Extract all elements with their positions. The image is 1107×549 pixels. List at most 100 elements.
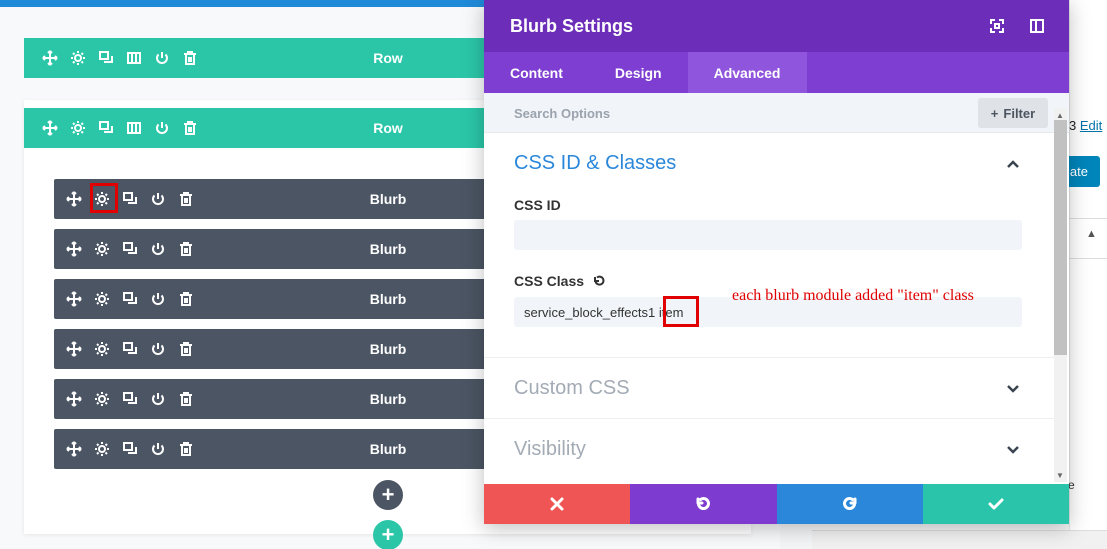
- section-title-custom-css[interactable]: Custom CSS: [514, 377, 630, 400]
- gear-highlight-box: [90, 183, 118, 213]
- power-icon[interactable]: [144, 285, 172, 313]
- trash-icon[interactable]: [172, 385, 200, 413]
- chevron-up-icon[interactable]: [1006, 157, 1022, 173]
- move-icon[interactable]: [60, 385, 88, 413]
- row-label: Row: [373, 120, 403, 136]
- duplicate-icon[interactable]: [116, 285, 144, 313]
- chevron-down-icon[interactable]: [1006, 442, 1022, 458]
- duplicate-icon[interactable]: [116, 335, 144, 363]
- wp-edit-link[interactable]: Edit: [1080, 118, 1102, 133]
- blurb-module-bar[interactable]: Blurb: [54, 329, 494, 369]
- row-label: Row: [373, 50, 403, 66]
- move-icon[interactable]: [36, 114, 64, 142]
- scroll-down-icon[interactable]: ▼: [1056, 471, 1064, 480]
- blurb-module-bar[interactable]: Blurb: [54, 229, 494, 269]
- settings-tabs: Content Design Advanced: [484, 52, 1069, 93]
- gear-icon[interactable]: [88, 435, 116, 463]
- gear-icon[interactable]: [88, 235, 116, 263]
- power-icon[interactable]: [144, 435, 172, 463]
- undo-button[interactable]: [630, 484, 777, 524]
- move-icon[interactable]: [60, 285, 88, 313]
- move-icon[interactable]: [60, 235, 88, 263]
- redo-icon: [842, 497, 857, 510]
- power-icon[interactable]: [148, 114, 176, 142]
- css-class-label-row: CSS Class: [514, 273, 606, 289]
- save-button[interactable]: [922, 484, 1069, 524]
- split-view-icon[interactable]: [1027, 16, 1047, 36]
- discard-button[interactable]: [484, 484, 631, 524]
- css-id-label: CSS ID: [514, 197, 561, 213]
- gear-icon[interactable]: [64, 114, 92, 142]
- duplicate-icon[interactable]: [92, 44, 120, 72]
- scroll-up-icon[interactable]: ▲: [1056, 111, 1064, 120]
- section-title-css-id-classes[interactable]: CSS ID & Classes: [514, 152, 676, 175]
- reset-icon[interactable]: [592, 274, 606, 288]
- blurb-module-bar[interactable]: Blurb: [54, 429, 494, 469]
- trash-icon[interactable]: [176, 44, 204, 72]
- blurb-module-bar[interactable]: Blurb: [54, 279, 494, 319]
- power-icon[interactable]: [144, 385, 172, 413]
- module-toolbar: [60, 229, 200, 269]
- blurb-label: Blurb: [369, 241, 407, 257]
- tab-content[interactable]: Content: [484, 52, 589, 93]
- modal-title: Blurb Settings: [510, 15, 634, 36]
- modal-header: Blurb Settings: [484, 0, 1069, 52]
- gear-icon[interactable]: [88, 285, 116, 313]
- modal-scroll-thumb[interactable]: [1054, 120, 1067, 355]
- trash-icon[interactable]: [172, 285, 200, 313]
- add-row-button[interactable]: +: [373, 520, 403, 549]
- add-module-button[interactable]: +: [373, 480, 403, 510]
- trash-icon[interactable]: [172, 435, 200, 463]
- wp-divider: [1069, 258, 1107, 259]
- duplicate-icon[interactable]: [116, 235, 144, 263]
- tab-advanced[interactable]: Advanced: [687, 52, 807, 93]
- trash-icon[interactable]: [172, 335, 200, 363]
- section-divider: [484, 357, 1054, 358]
- redo-button[interactable]: [776, 484, 923, 524]
- section-divider: [484, 418, 1054, 419]
- duplicate-icon[interactable]: [116, 385, 144, 413]
- module-toolbar: [60, 429, 200, 469]
- gear-icon[interactable]: [88, 335, 116, 363]
- trash-icon[interactable]: [172, 185, 200, 213]
- move-icon[interactable]: [60, 185, 88, 213]
- tab-design[interactable]: Design: [589, 52, 688, 93]
- move-icon[interactable]: [36, 44, 64, 72]
- wp-misc-text: e: [1068, 478, 1075, 492]
- section-title-visibility[interactable]: Visibility: [514, 438, 586, 461]
- module-toolbar: [60, 329, 200, 369]
- search-options-input[interactable]: Search Options: [514, 93, 610, 133]
- wp-bottom-bar: [812, 530, 1107, 549]
- columns-icon[interactable]: [120, 114, 148, 142]
- move-icon[interactable]: [60, 435, 88, 463]
- duplicate-icon[interactable]: [116, 185, 144, 213]
- annotation-note: each blurb module added "item" class: [732, 287, 974, 304]
- trash-icon[interactable]: [176, 114, 204, 142]
- gear-icon[interactable]: [64, 44, 92, 72]
- blurb-module-bar[interactable]: Blurb: [54, 179, 494, 219]
- duplicate-icon[interactable]: [116, 435, 144, 463]
- blurb-module-bar[interactable]: Blurb: [54, 379, 494, 419]
- modal-footer: [484, 484, 1069, 524]
- filter-button[interactable]: + Filter: [978, 98, 1048, 128]
- power-icon[interactable]: [144, 235, 172, 263]
- power-icon[interactable]: [144, 335, 172, 363]
- expand-icon[interactable]: [987, 16, 1007, 36]
- collapse-up-icon[interactable]: ▲: [1086, 228, 1097, 240]
- power-icon[interactable]: [144, 185, 172, 213]
- columns-icon[interactable]: [120, 44, 148, 72]
- css-id-input[interactable]: [514, 220, 1022, 250]
- chevron-down-icon[interactable]: [1006, 381, 1022, 397]
- row-toolbar: [36, 38, 204, 78]
- gear-icon[interactable]: [88, 385, 116, 413]
- css-class-value: service_block_effects1 item: [524, 304, 684, 320]
- module-toolbar: [60, 179, 200, 219]
- duplicate-icon[interactable]: [92, 114, 120, 142]
- wp-edit-prefix: 3: [1069, 118, 1077, 133]
- trash-icon[interactable]: [172, 235, 200, 263]
- move-icon[interactable]: [60, 335, 88, 363]
- wp-divider: [1069, 218, 1107, 219]
- search-options-row: Search Options + Filter: [484, 93, 1069, 133]
- filter-label: Filter: [1003, 105, 1036, 121]
- power-icon[interactable]: [148, 44, 176, 72]
